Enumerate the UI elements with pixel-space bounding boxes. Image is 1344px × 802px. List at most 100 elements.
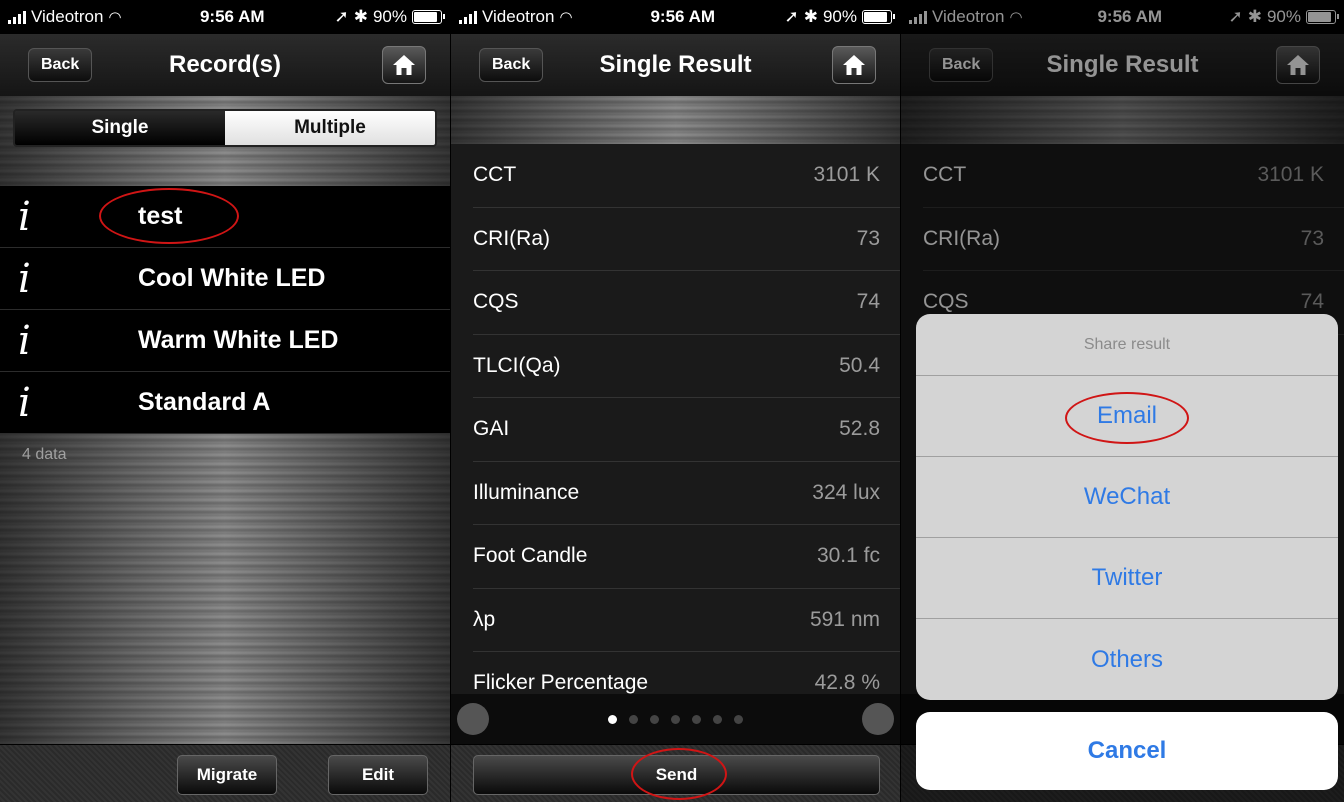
result-label: CQS xyxy=(473,290,519,314)
nav-bar: Back Record(s) xyxy=(0,34,450,96)
record-item-standard-a[interactable]: i Standard A xyxy=(0,372,450,434)
bluetooth-icon: ✱ xyxy=(353,7,368,26)
share-option-twitter[interactable]: Twitter xyxy=(916,538,1338,619)
page-indicator xyxy=(451,694,900,744)
carrier-label: Videotron xyxy=(482,7,555,26)
result-value: 42.8 % xyxy=(814,671,880,694)
share-option-others[interactable]: Others xyxy=(916,619,1338,700)
home-icon xyxy=(843,55,865,75)
previous-page-button[interactable] xyxy=(457,703,489,735)
result-list: CCT 3101 K CRI(Ra) 73 CQS 74 TLCI(Qa) 50.4 G… xyxy=(451,144,900,694)
view-mode-segmented-control: Single Multiple xyxy=(13,109,437,147)
page-title: Single Result xyxy=(599,51,752,78)
signal-icon xyxy=(459,10,477,24)
header-strip xyxy=(451,96,900,144)
share-action-sheet: Share result Email WeChat Twitter Others xyxy=(916,314,1338,700)
record-item-cool-white-led[interactable]: i Cool White LED xyxy=(0,248,450,310)
info-icon[interactable]: i xyxy=(0,197,64,237)
record-label: test xyxy=(138,202,183,230)
result-value: 52.8 xyxy=(839,417,880,441)
records-footer-area: 4 data xyxy=(0,434,450,746)
battery-percent: 90% xyxy=(822,7,857,26)
cancel-button[interactable]: Cancel xyxy=(916,712,1338,790)
result-row-gai: GAI 52.8 xyxy=(473,398,900,462)
result-row-foot-candle: Foot Candle 30.1 fc xyxy=(473,525,900,589)
home-button[interactable] xyxy=(832,46,876,84)
record-item-test[interactable]: i test xyxy=(0,186,450,248)
location-icon: ➚ xyxy=(784,7,799,26)
result-label: Flicker Percentage xyxy=(473,671,649,694)
status-bar: Videotron ◠ 9:56 AM ➚ ✱ 90% xyxy=(0,0,450,34)
result-label: Illuminance xyxy=(473,480,580,504)
clock: 9:56 AM xyxy=(650,7,716,26)
edit-button[interactable]: Edit xyxy=(328,755,428,795)
result-row-illuminance: Illuminance 324 lux xyxy=(473,462,900,525)
share-option-email[interactable]: Email xyxy=(916,376,1338,457)
info-icon[interactable]: i xyxy=(0,383,64,423)
record-item-warm-white-led[interactable]: i Warm White LED xyxy=(0,310,450,372)
result-row-cri: CRI(Ra) 73 xyxy=(473,208,900,271)
page-title: Record(s) xyxy=(168,51,282,78)
send-toolbar: Send xyxy=(451,744,900,802)
page-dot[interactable] xyxy=(650,714,659,724)
share-option-wechat[interactable]: WeChat xyxy=(916,457,1338,538)
segment-single[interactable]: Single xyxy=(15,111,225,145)
migrate-button[interactable]: Migrate xyxy=(177,755,277,795)
result-label: CRI(Ra) xyxy=(473,226,550,250)
info-icon[interactable]: i xyxy=(0,259,64,299)
wifi-icon: ◠ xyxy=(108,9,122,26)
records-screen: Videotron ◠ 9:56 AM ➚ ✱ 90% Back Record(s) … xyxy=(0,0,450,802)
record-label: Cool White LED xyxy=(138,264,326,292)
info-icon[interactable]: i xyxy=(0,321,64,361)
records-list: i test i Cool White LED i Warm White LED i S… xyxy=(0,186,450,434)
result-row-cct: CCT 3101 K xyxy=(473,144,900,208)
records-toolbar: Migrate Edit xyxy=(0,744,450,802)
result-label: CCT xyxy=(473,163,517,187)
page-dot[interactable] xyxy=(629,714,638,724)
segment-bar: Single Multiple xyxy=(0,96,450,186)
wifi-icon: ◠ xyxy=(559,9,573,26)
carrier-label: Videotron xyxy=(31,7,104,26)
result-row-tlci: TLCI(Qa) 50.4 xyxy=(473,335,900,398)
result-value: 50.4 xyxy=(839,353,880,377)
share-sheet-screen: Videotron ◠ 9:56 AM ➚ ✱ 90% Back Single Res… xyxy=(901,0,1344,802)
result-value: 73 xyxy=(856,226,880,250)
result-label: Foot Candle xyxy=(473,544,588,568)
home-button[interactable] xyxy=(382,46,426,84)
next-page-button[interactable] xyxy=(862,703,894,735)
battery-icon xyxy=(412,10,445,24)
result-value: 30.1 fc xyxy=(816,544,880,568)
result-label: GAI xyxy=(473,417,510,441)
result-value: 591 nm xyxy=(809,607,880,631)
record-count: 4 data xyxy=(22,446,67,463)
signal-icon xyxy=(8,10,26,24)
result-label: λp xyxy=(473,607,496,631)
page-dot[interactable] xyxy=(608,714,617,724)
send-button[interactable]: Send xyxy=(473,755,880,795)
result-row-peak-wavelength: λp 591 nm xyxy=(473,589,900,652)
result-value: 3101 K xyxy=(813,163,880,187)
page-dot[interactable] xyxy=(713,714,722,724)
page-dot[interactable] xyxy=(671,714,680,724)
single-result-screen: Videotron ◠ 9:56 AM ➚ ✱ 90% Back Single Res… xyxy=(451,0,900,802)
clock: 9:56 AM xyxy=(199,7,265,26)
location-icon: ➚ xyxy=(334,7,349,26)
back-button[interactable]: Back xyxy=(479,48,544,82)
bluetooth-icon: ✱ xyxy=(803,7,818,26)
battery-percent: 90% xyxy=(372,7,407,26)
nav-bar: Back Single Result xyxy=(451,34,900,96)
result-row-flicker: Flicker Percentage 42.8 % xyxy=(473,652,900,694)
record-label: Warm White LED xyxy=(138,326,339,354)
status-bar: Videotron ◠ 9:56 AM ➚ ✱ 90% xyxy=(451,0,900,34)
page-dot[interactable] xyxy=(734,714,743,724)
back-button[interactable]: Back xyxy=(28,48,93,82)
home-icon xyxy=(393,55,415,75)
result-value: 74 xyxy=(856,290,880,314)
result-row-cqs: CQS 74 xyxy=(473,271,900,335)
share-sheet-title: Share result xyxy=(916,314,1338,376)
result-label: TLCI(Qa) xyxy=(473,353,561,377)
record-label: Standard A xyxy=(138,388,271,416)
page-dot[interactable] xyxy=(692,714,701,724)
segment-multiple[interactable]: Multiple xyxy=(225,111,435,145)
battery-icon xyxy=(862,10,895,24)
